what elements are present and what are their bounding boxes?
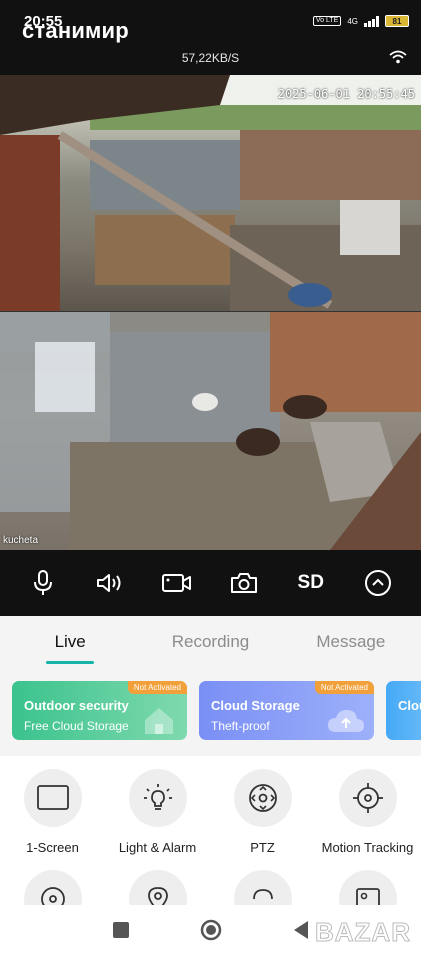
image-icon: [355, 888, 380, 906]
status-badge: Not Activated: [127, 681, 187, 694]
battery-level: 81: [392, 16, 402, 26]
battery-icon: 81: [385, 15, 409, 27]
camera-view-top: [0, 75, 421, 312]
feature-icon-wrap: [338, 769, 397, 827]
feature-label: Light & Alarm: [118, 840, 197, 855]
record-video-button[interactable]: [157, 563, 197, 603]
promo-card-partial[interactable]: Clou: [386, 681, 421, 740]
recents-button[interactable]: [112, 921, 130, 944]
house-icon: [145, 708, 173, 734]
tab-message[interactable]: Message: [281, 616, 421, 666]
disc-icon: [40, 887, 65, 906]
app-root: 20:55 станимир Vo LTE 4G 81 57,22KB/S 20…: [0, 0, 421, 960]
watermark-logo: BAZAR: [315, 917, 411, 948]
camera-name: kucheta: [3, 535, 39, 546]
feature-icon-wrap: [128, 769, 187, 827]
camera-feed[interactable]: 2025-06-01 20:55:45 kucheta: [0, 75, 421, 550]
promo-title: Clou: [398, 698, 421, 713]
feature-row2-item-2[interactable]: [105, 870, 210, 906]
speaker-icon: [97, 574, 121, 592]
camera-view-bottom: [0, 312, 421, 550]
quality-label: SD: [297, 572, 324, 593]
ptz-icon: [248, 784, 277, 812]
camera-icon: [230, 573, 257, 593]
tab-live[interactable]: Live: [0, 616, 140, 666]
volte-badge: Vo LTE: [312, 16, 342, 26]
feature-icon-wrap: [23, 769, 82, 827]
feature-row2-item-3[interactable]: [210, 870, 315, 906]
promo-card-cloud[interactable]: Not Activated Cloud Storage Theft-proof: [199, 681, 374, 740]
feed-top-scene: [0, 75, 421, 312]
snapshot-button[interactable]: [224, 563, 264, 603]
back-button[interactable]: [292, 920, 310, 945]
network-type: 4G: [347, 16, 358, 26]
feature-label: Motion Tracking: [321, 840, 414, 855]
system-nav-bar: BAZAR: [0, 905, 421, 960]
feature-icon-wrap: [233, 870, 292, 906]
promo-card-outdoor[interactable]: Not Activated Outdoor security Free Clou…: [12, 681, 187, 740]
refresh-icon: [252, 889, 273, 900]
feature-1-screen[interactable]: 1-Screen: [0, 769, 105, 855]
system-status-icons: Vo LTE 4G 81: [312, 15, 409, 27]
feature-row2-item-4[interactable]: [315, 870, 420, 906]
promo-title: Cloud Storage: [211, 698, 300, 713]
data-rate: 57,22KB/S: [181, 51, 240, 65]
feed-bottom-scene: [0, 312, 421, 550]
feature-ptz[interactable]: PTZ: [210, 769, 315, 855]
signal-icon: [364, 15, 379, 27]
bulb-icon: [143, 784, 172, 810]
feature-row2-item-1[interactable]: [0, 870, 105, 906]
feature-icon-wrap: [128, 870, 187, 906]
square-icon: [112, 922, 129, 938]
promo-subtitle: Free Cloud Storage: [24, 719, 129, 733]
promo-carousel: Not Activated Outdoor security Free Clou…: [0, 666, 421, 756]
feature-label: 1-Screen: [26, 840, 79, 855]
top-bar: 20:55 станимир Vo LTE 4G 81 57,22KB/S: [0, 0, 421, 75]
chevron-up-icon: [364, 570, 391, 596]
cloud-upload-icon: [328, 710, 364, 732]
feature-icon-wrap: [338, 870, 397, 906]
quality-sd-button[interactable]: SD: [291, 563, 331, 603]
video-camera-icon: [162, 574, 192, 592]
live-controls: SD: [0, 550, 421, 616]
microphone-button[interactable]: [23, 563, 63, 603]
location-icon: [147, 887, 168, 906]
feature-icon-wrap: [233, 769, 292, 827]
home-button[interactable]: [200, 919, 222, 946]
feature-light-alarm[interactable]: Light & Alarm: [105, 769, 210, 855]
microphone-icon: [34, 570, 53, 595]
tab-bar: Live Recording Message: [0, 616, 421, 666]
feature-grid: 1-Screen Light & Alarm PTZ Motion Tracki…: [0, 756, 421, 906]
wifi-icon: [389, 50, 407, 69]
camera-timestamp: 2025-06-01 20:55:45: [277, 87, 415, 101]
screen-icon: [36, 785, 69, 810]
back-triangle-icon: [293, 921, 308, 939]
promo-subtitle: Theft-proof: [211, 719, 270, 733]
device-title: станимир: [22, 18, 129, 43]
speaker-button[interactable]: [90, 563, 130, 603]
feature-motion-tracking[interactable]: Motion Tracking: [315, 769, 420, 855]
status-badge: Not Activated: [314, 681, 374, 694]
circle-icon: [200, 919, 221, 941]
tab-recording[interactable]: Recording: [140, 616, 280, 666]
promo-title: Outdoor security: [24, 698, 129, 713]
feature-icon-wrap: [23, 870, 82, 906]
target-icon: [352, 783, 383, 813]
expand-controls-button[interactable]: [358, 563, 398, 603]
feature-label: PTZ: [250, 840, 275, 855]
